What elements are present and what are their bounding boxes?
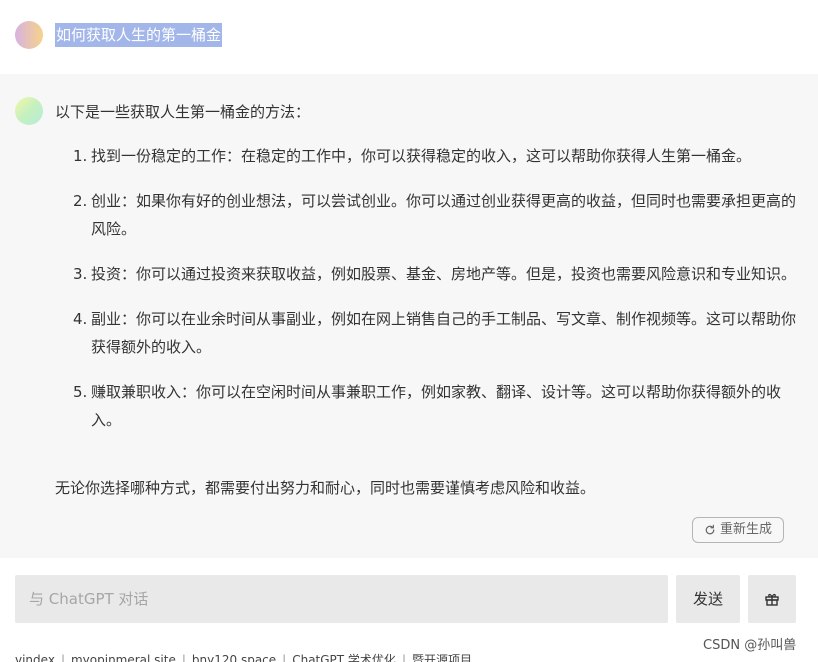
user-avatar (15, 21, 43, 49)
list-item-text: 副业：你可以在业余时间从事副业，例如在网上销售自己的手工制品、写文章、制作视频等… (91, 310, 797, 356)
answer-intro: 以下是一些获取人生第一桶金的方法： (55, 103, 311, 121)
footer-link[interactable]: ChatGPT 学术优化 (292, 653, 396, 662)
list-item: 5. 赚取兼职收入：你可以在空闲时间从事兼职工作，例如家教、翻译、设计等。这可以… (73, 378, 803, 434)
gift-icon (765, 593, 779, 606)
regenerate-label: 重新生成 (719, 522, 772, 537)
list-item: 2. 创业：如果你有好的创业想法，可以尝试创业。你可以通过创业获得更高的收益，但… (73, 187, 803, 243)
list-item: 3. 投资：你可以通过投资来获取收益，例如股票、基金、房地产等。但是，投资也需要… (73, 260, 803, 288)
csdn-watermark: CSDN @孙叫兽 (703, 638, 797, 653)
chat-page: 如何获取人生的第一桶金 以下是一些获取人生第一桶金的方法： 1. 找到一份稳定的… (0, 0, 818, 662)
list-item-text: 找到一份稳定的工作：在稳定的工作中，你可以获得稳定的收入，这可以帮助你获得人生第… (91, 147, 752, 165)
list-item-number: 3. (73, 265, 88, 283)
refresh-icon (705, 524, 715, 535)
separator: | (401, 653, 406, 662)
extra-button[interactable] (748, 575, 796, 623)
footer-link[interactable]: vindex (15, 653, 55, 662)
list-item: 1. 找到一份稳定的工作：在稳定的工作中，你可以获得稳定的收入，这可以帮助你获得… (73, 142, 803, 170)
footer-link[interactable]: 暨开源项目 (412, 653, 472, 662)
footer-links: vindex | myopinmeral.site | bny120.space | Cha… (15, 653, 472, 662)
list-item-number: 4. (73, 310, 88, 328)
chat-input[interactable] (15, 575, 668, 623)
assistant-message: 以下是一些获取人生第一桶金的方法： 1. 找到一份稳定的工作：在稳定的工作中，你… (0, 74, 818, 558)
separator: | (282, 653, 287, 662)
list-item-text: 投资：你可以通过投资来获取收益，例如股票、基金、房地产等。但是，投资也需要风险意… (91, 265, 797, 283)
assistant-avatar (15, 97, 43, 125)
footer-link[interactable]: myopinmeral.site (71, 653, 176, 662)
answer-outro: 无论你选择哪种方式，都需要付出努力和耐心，同时也需要谨慎考虑风险和收益。 (55, 479, 596, 497)
separator: | (181, 653, 186, 662)
answer-list: 1. 找到一份稳定的工作：在稳定的工作中，你可以获得稳定的收入，这可以帮助你获得… (73, 142, 803, 451)
list-item-number: 5. (73, 383, 88, 401)
user-question-text[interactable]: 如何获取人生的第一桶金 (55, 23, 223, 47)
list-item-text: 创业：如果你有好的创业想法，可以尝试创业。你可以通过创业获得更高的收益，但同时也… (91, 192, 797, 238)
user-message: 如何获取人生的第一桶金 (0, 0, 818, 74)
list-item-number: 2. (73, 192, 88, 210)
list-item-text: 赚取兼职收入：你可以在空闲时间从事兼职工作，例如家教、翻译、设计等。这可以帮助你… (91, 383, 782, 429)
footer-link[interactable]: bny120.space (192, 653, 276, 662)
list-item-number: 1. (73, 147, 88, 165)
regenerate-button[interactable]: 重新生成 (692, 517, 784, 543)
send-button[interactable]: 发送 (676, 575, 740, 623)
list-item: 4. 副业：你可以在业余时间从事副业，例如在网上销售自己的手工制品、写文章、制作… (73, 305, 803, 361)
separator: | (60, 653, 65, 662)
